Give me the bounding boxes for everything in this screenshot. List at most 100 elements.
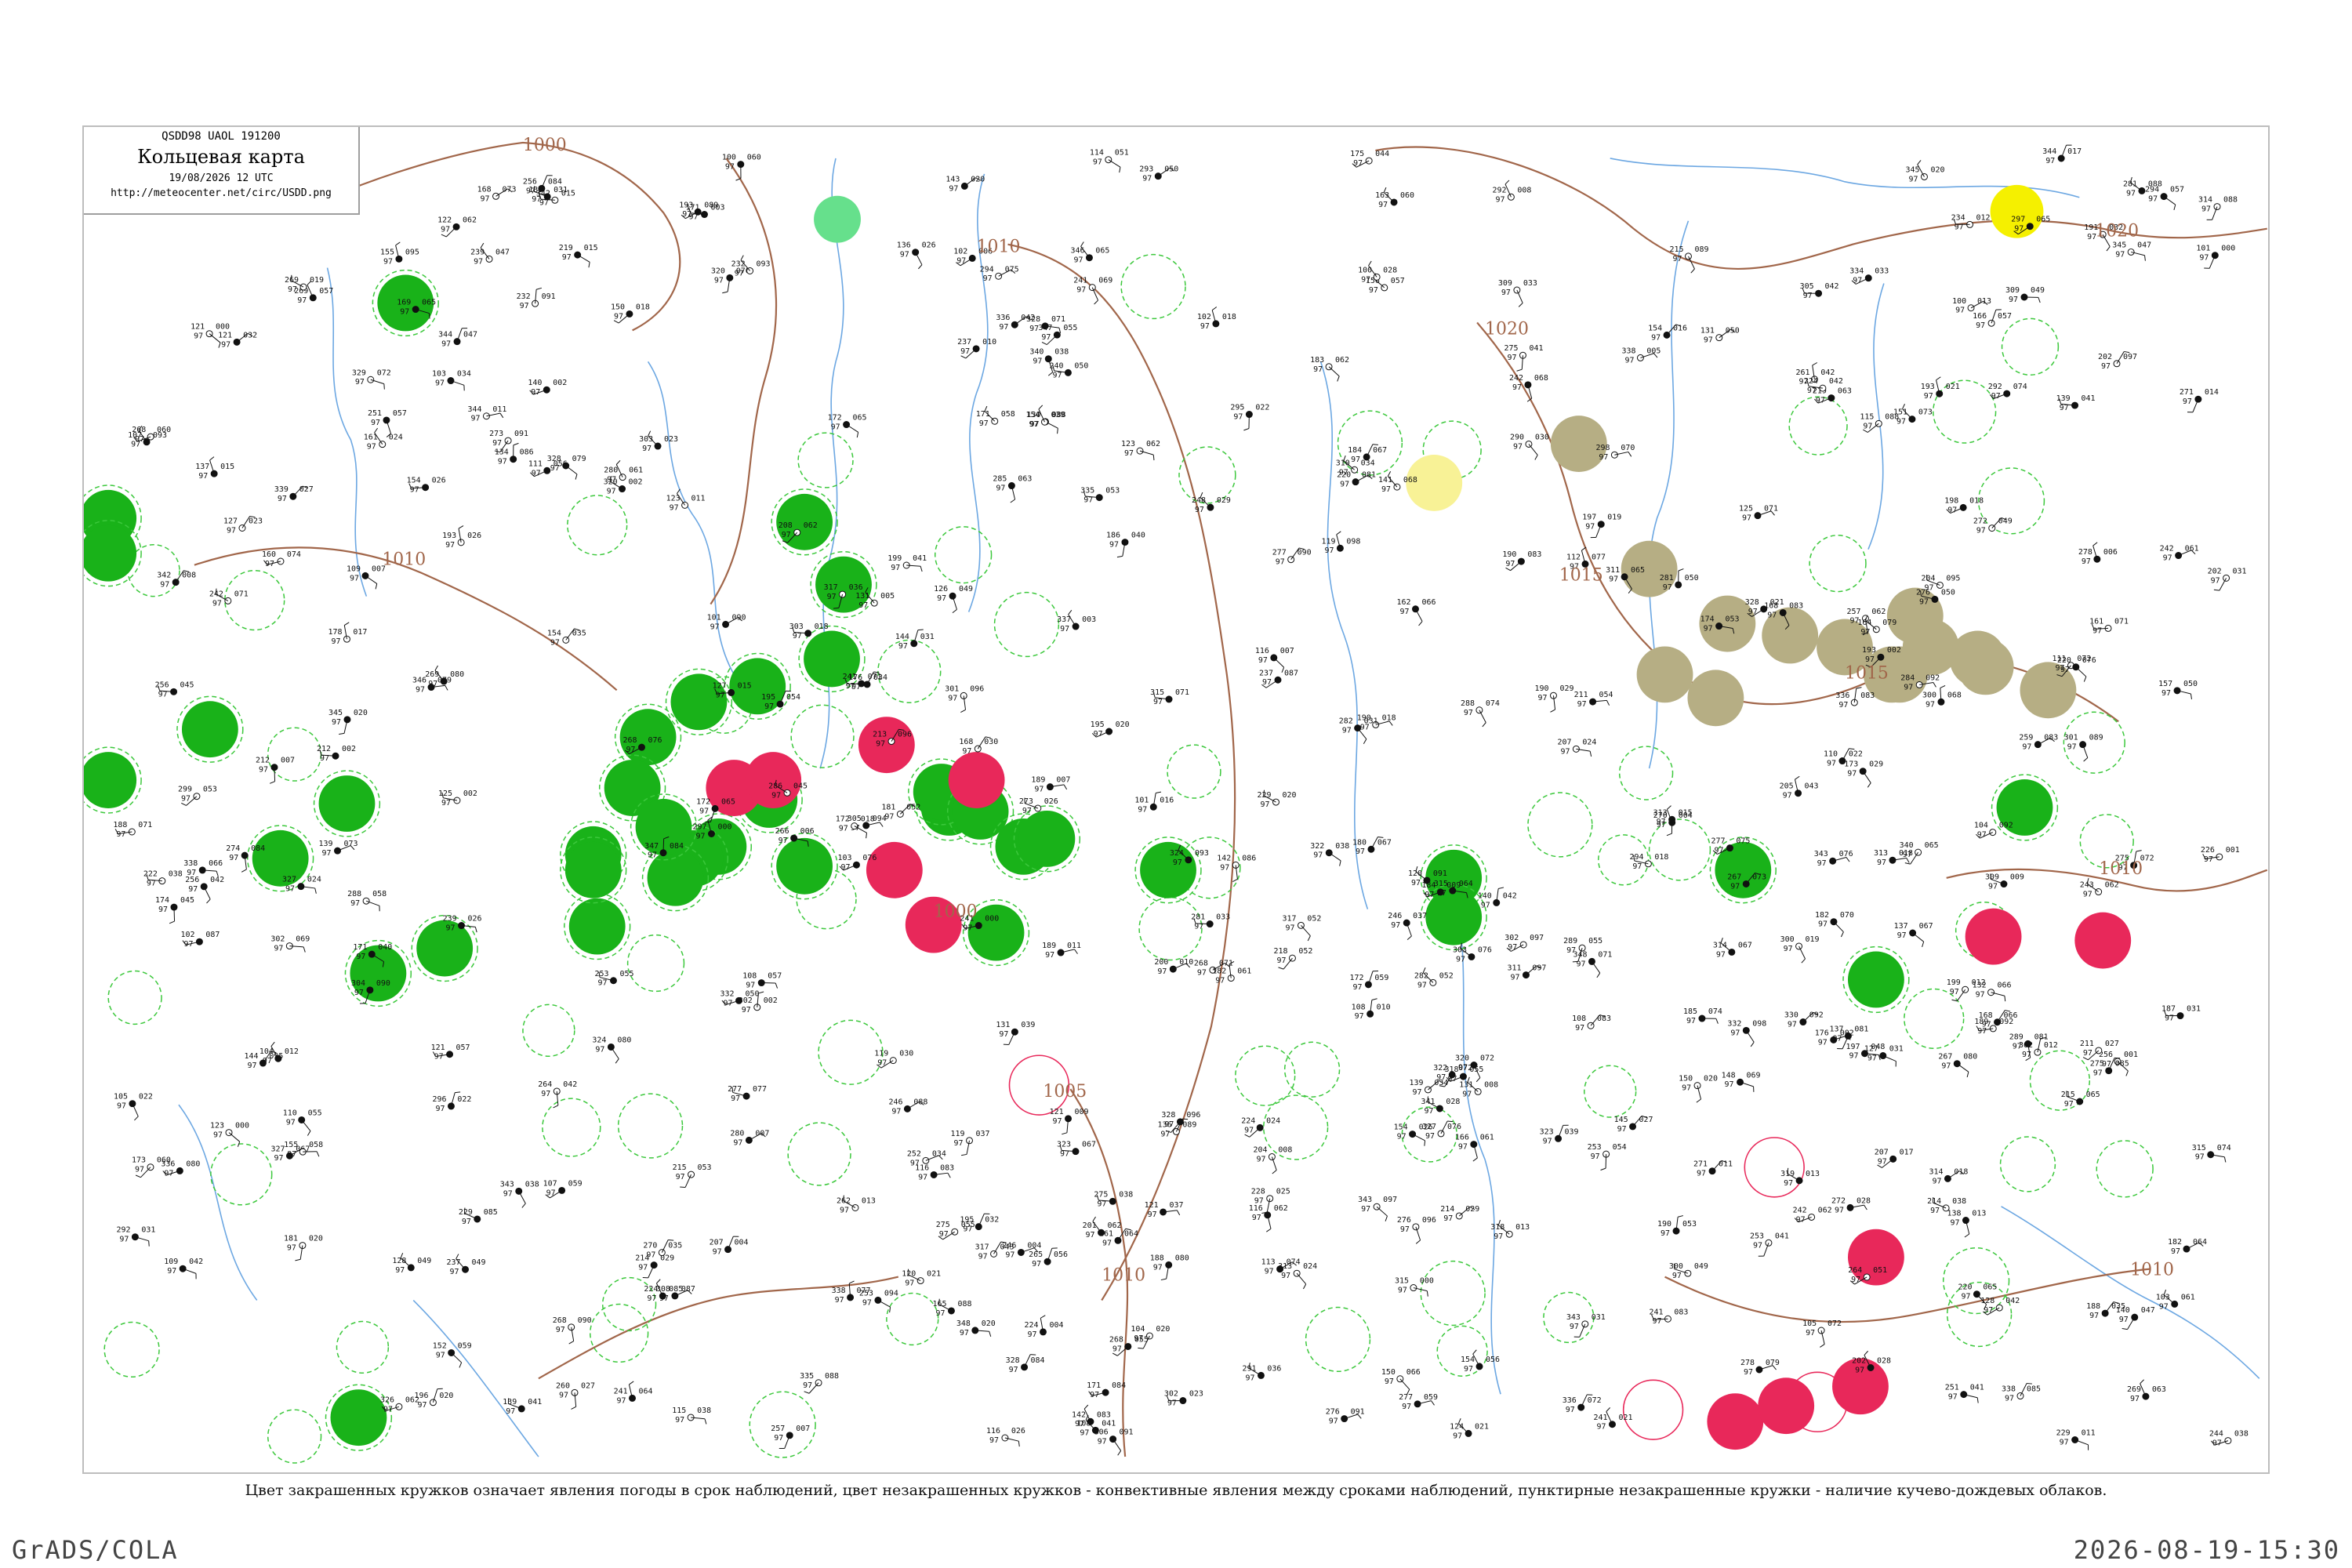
wind-feather	[1083, 1404, 1089, 1410]
isobar-label: 1020	[2095, 222, 2139, 241]
station-value: 323	[1057, 1141, 1071, 1149]
station-value: 039	[1021, 1021, 1035, 1029]
wind-feather	[1117, 1450, 1122, 1456]
wind-feather	[775, 982, 779, 989]
wind-feather	[1628, 452, 1632, 457]
station-value: 142	[1072, 1410, 1086, 1419]
station-value: 006	[2103, 548, 2118, 557]
wind-feather	[866, 833, 868, 839]
wind-barb	[1798, 946, 1806, 960]
station-value: 065	[1983, 1283, 1997, 1292]
station-plot: 22997011	[2056, 1429, 2096, 1450]
station-value: 346	[412, 677, 426, 685]
station-value: 048	[1871, 1043, 1885, 1051]
station-value: 049	[417, 1257, 431, 1265]
station-value: 97	[1730, 1029, 1740, 1037]
station-value: 97	[183, 940, 193, 949]
station-value: 97	[1194, 923, 1203, 931]
station-value: 027	[581, 1381, 595, 1390]
station-value: 97	[2119, 1316, 2129, 1324]
station-value: 97	[1261, 800, 1270, 809]
station-value: 059	[1374, 974, 1388, 982]
station-plot: 15697057	[1366, 273, 1405, 295]
wind-barb	[1376, 1206, 1388, 1217]
station-value: 062	[804, 521, 818, 530]
station-plot: 20797024	[1557, 738, 1596, 757]
station-value: 97	[227, 526, 236, 535]
station-value: 201	[1083, 1221, 1097, 1230]
station-circle	[1609, 1421, 1616, 1428]
station-value: 248	[1192, 496, 1206, 505]
station-plot: 32397039	[1540, 1124, 1579, 1145]
station-value: 97	[1277, 956, 1287, 965]
station-value: 050	[1164, 165, 1178, 174]
wind-feather	[1482, 722, 1486, 728]
station-value: 327	[270, 1145, 285, 1153]
station-value: 97	[898, 642, 908, 651]
station-value: 105	[114, 1093, 128, 1102]
station-value: 97	[1443, 1214, 1453, 1223]
station-value: 97	[1816, 397, 1825, 405]
station-circle	[362, 897, 370, 905]
station-value: 199	[887, 554, 902, 563]
rain-circle	[330, 1389, 387, 1446]
wind-barb	[2127, 1316, 2136, 1330]
station-value: 97	[2115, 250, 2125, 259]
station-plot: 23297091	[517, 287, 556, 310]
station-value: 338	[1621, 347, 1635, 355]
wind-feather	[1690, 268, 1695, 274]
station-value: 97	[332, 637, 341, 646]
station-value: 038	[697, 1406, 711, 1415]
station-value: 97	[1976, 321, 1985, 330]
wind-feather	[1589, 751, 1592, 757]
station-value: 091	[1351, 1408, 1365, 1417]
station-value: 138	[1947, 1210, 1962, 1218]
wind-feather	[947, 1172, 951, 1178]
station-plot: 27697091	[1326, 1408, 1365, 1426]
station-value: 083	[1674, 1308, 1688, 1316]
station-value: 97	[1753, 1241, 1762, 1250]
station-value: 110	[1824, 750, 1838, 759]
station-plot: 13797015	[195, 456, 234, 481]
station-value: 065	[2036, 216, 2050, 224]
wind-feather	[960, 709, 966, 713]
station-value: 096	[970, 684, 984, 693]
station-value: 243	[2080, 881, 2094, 890]
station-value: 296	[433, 1095, 447, 1104]
station-value: 038	[169, 870, 183, 879]
station-value: 077	[753, 1085, 767, 1094]
station-value: 032	[985, 1216, 999, 1225]
wind-barb	[203, 886, 211, 900]
station-value: 193	[1862, 646, 1876, 655]
station-value: 282	[1339, 717, 1353, 726]
station-value: 97	[1060, 1150, 1069, 1159]
station-value: 97	[1005, 1250, 1014, 1259]
cb-ring	[267, 1409, 322, 1464]
wind-feather	[344, 622, 350, 626]
station-value: 091	[542, 292, 556, 301]
cb-ring	[589, 1303, 649, 1363]
station-value: 062	[1146, 440, 1160, 448]
wind-barb	[1833, 921, 1844, 933]
station-plot: 19897018	[1944, 496, 1984, 514]
station-value: 011	[1067, 942, 1081, 950]
station-value: 97	[1094, 730, 1103, 739]
station-value: 097	[1383, 1196, 1397, 1204]
station-value: 182	[1212, 967, 1226, 976]
station-value: 041	[1529, 344, 1543, 353]
station-value: 237	[447, 1258, 461, 1267]
wind-feather	[1917, 160, 1922, 165]
station-plot: 34497017	[2042, 144, 2082, 165]
station-circle	[1044, 1258, 1051, 1265]
station-value: 97	[1950, 988, 1959, 996]
station-plot: 16597088	[933, 1298, 971, 1318]
station-value: 320	[711, 267, 725, 275]
station-value: 150	[1679, 1075, 1693, 1083]
wind-feather	[1677, 1215, 1684, 1218]
station-plot: 18697040	[1106, 532, 1145, 558]
station-value: 057	[319, 287, 333, 296]
wind-feather	[1600, 1167, 1606, 1171]
station-value: 084	[670, 842, 684, 851]
station-value: 027	[299, 485, 314, 494]
wind-feather	[1152, 455, 1155, 461]
